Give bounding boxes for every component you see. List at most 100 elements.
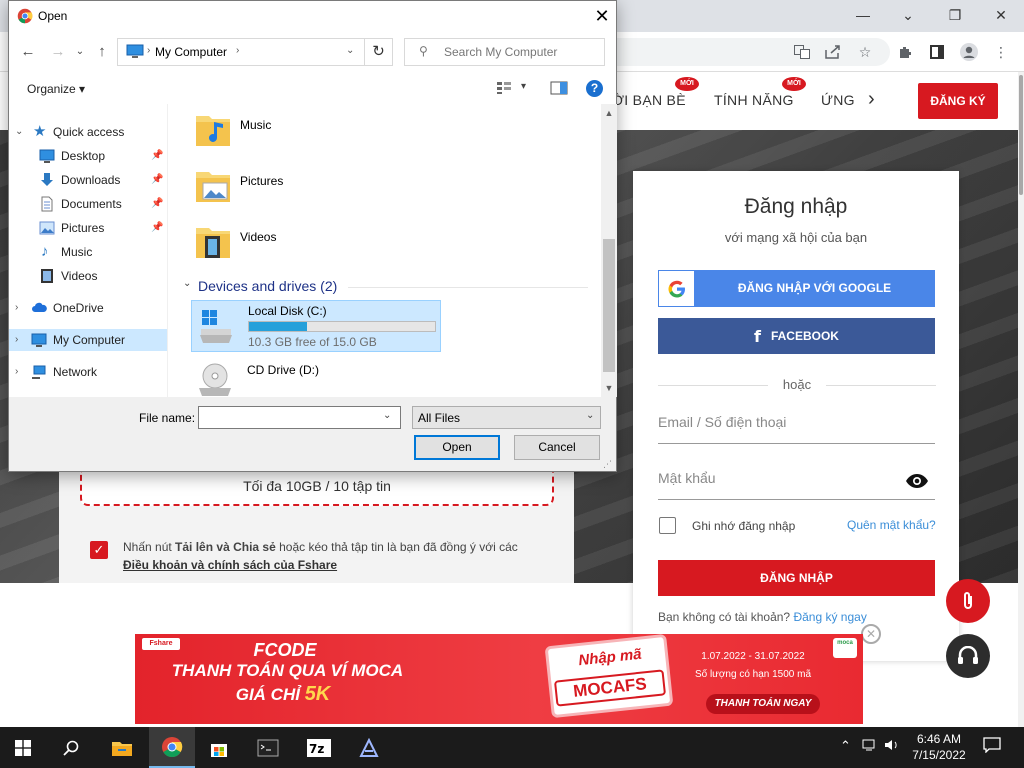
- nav-item-network[interactable]: › Network: [9, 361, 167, 383]
- star-icon[interactable]: ☆: [854, 41, 876, 63]
- extensions-icon[interactable]: [894, 41, 916, 63]
- nav-item-my-computer[interactable]: › My Computer: [9, 329, 167, 351]
- address-bar[interactable]: [600, 38, 890, 66]
- remember-checkbox[interactable]: [659, 517, 676, 534]
- forgot-password-link[interactable]: Quên mật khẩu?: [847, 518, 936, 532]
- nav-item-music[interactable]: ♪ Music: [9, 241, 167, 263]
- google-login-button[interactable]: ĐĂNG NHẬP VỚI GOOGLE: [658, 270, 935, 307]
- store-icon[interactable]: [196, 727, 242, 768]
- translate-icon[interactable]: [791, 41, 813, 63]
- expand-icon[interactable]: ›: [15, 361, 18, 383]
- or-text: hoặc: [782, 377, 812, 392]
- help-icon[interactable]: ?: [586, 80, 603, 97]
- tray-chevron-icon[interactable]: ⌃: [840, 738, 851, 754]
- chevron-right-icon[interactable]: ›: [868, 88, 875, 111]
- menu-icon[interactable]: ⋮: [990, 41, 1012, 63]
- cd-drive-icon: [199, 363, 231, 396]
- open-button[interactable]: Open: [414, 435, 500, 460]
- devices-group-header[interactable]: Devices and drives (2): [198, 278, 337, 294]
- recent-locations-icon[interactable]: ⌄: [69, 41, 91, 63]
- network-tray-icon[interactable]: [862, 738, 878, 755]
- promo-quantity: Số lượng có hạn 1500 mã: [694, 669, 812, 680]
- password-field[interactable]: Mật khẩu: [658, 470, 935, 500]
- notification-icon[interactable]: [983, 737, 1001, 756]
- address-dropdown-icon[interactable]: ⌄: [346, 45, 354, 56]
- music-icon: ♪: [41, 243, 49, 260]
- terms-link[interactable]: Điều khoản và chính sách của Fshare: [123, 558, 337, 572]
- nav-item-desktop[interactable]: Desktop 📌: [9, 145, 167, 167]
- dialog-close-button[interactable]: ✕: [591, 5, 613, 27]
- expand-icon[interactable]: ›: [15, 297, 18, 319]
- nav-item-onedrive[interactable]: › OneDrive: [9, 297, 167, 319]
- facebook-login-button[interactable]: f FACEBOOK: [658, 318, 935, 354]
- collapse-icon[interactable]: ⌄: [15, 121, 23, 143]
- file-type-select[interactable]: All Files ⌄: [412, 406, 601, 429]
- drive-local-disk-c[interactable]: Local Disk (C:) 10.3 GB free of 15.0 GB: [191, 300, 441, 352]
- support-fab[interactable]: [946, 634, 990, 678]
- pin-icon[interactable]: 📌: [151, 169, 163, 191]
- up-button[interactable]: ↑: [91, 41, 113, 63]
- volume-icon[interactable]: [884, 738, 900, 755]
- nav-item-documents[interactable]: Documents 📌: [9, 193, 167, 215]
- share-icon[interactable]: [822, 41, 844, 63]
- banner-close-icon[interactable]: ✕: [861, 624, 881, 644]
- nav-item-videos[interactable]: Videos: [9, 265, 167, 287]
- minimize-button[interactable]: —: [843, 4, 883, 26]
- chrome-icon[interactable]: [149, 727, 195, 768]
- organize-button[interactable]: Organize ▾: [27, 82, 85, 96]
- pane-divider[interactable]: [167, 104, 168, 397]
- file-explorer-icon[interactable]: [99, 727, 145, 768]
- page-scrollbar-thumb[interactable]: [1019, 75, 1023, 195]
- nav-item-apps[interactable]: ỨNG: [821, 92, 855, 108]
- sidebar-icon[interactable]: [926, 41, 948, 63]
- nav-item-downloads[interactable]: Downloads 📌: [9, 169, 167, 191]
- view-options-icon[interactable]: [496, 81, 512, 95]
- app-icon[interactable]: [346, 727, 392, 768]
- windows-icon[interactable]: [0, 727, 46, 768]
- file-name-dropdown-icon[interactable]: ⌄: [383, 410, 391, 421]
- group-collapse-icon[interactable]: ⌄: [183, 278, 191, 289]
- chevron-down-icon[interactable]: ⌄: [888, 4, 928, 26]
- back-button[interactable]: ←: [17, 41, 39, 63]
- pin-icon[interactable]: 📌: [151, 193, 163, 215]
- scroll-up-icon[interactable]: ▲: [601, 105, 617, 121]
- promo-cta-button[interactable]: THANH TOÁN NGAY: [706, 694, 820, 714]
- expand-icon[interactable]: ›: [15, 329, 18, 351]
- refresh-button[interactable]: ↻: [365, 38, 393, 66]
- preview-pane-icon[interactable]: [550, 81, 568, 95]
- folder-videos[interactable]: Videos: [173, 220, 601, 270]
- eye-icon[interactable]: [905, 472, 929, 490]
- forward-button[interactable]: →: [47, 41, 69, 63]
- scroll-down-icon[interactable]: ▼: [601, 380, 617, 396]
- terminal-icon[interactable]: [245, 727, 291, 768]
- maximize-button[interactable]: ❐: [935, 4, 975, 26]
- login-submit-button[interactable]: ĐĂNG NHẬP: [658, 560, 935, 596]
- pin-icon[interactable]: 📌: [151, 145, 163, 167]
- nav-item-quick-access[interactable]: ⌄ ★ Quick access: [9, 121, 167, 143]
- nav-item-invite[interactable]: ỜI BẠN BÈ: [612, 92, 686, 108]
- 7zip-icon[interactable]: 7z: [296, 727, 342, 768]
- resize-grip-icon[interactable]: ⋰: [603, 459, 612, 470]
- folder-pictures[interactable]: Pictures: [173, 164, 601, 214]
- email-field[interactable]: Email / Số điện thoại: [658, 414, 935, 444]
- register-button[interactable]: ĐĂNG KÝ: [918, 83, 998, 119]
- signup-link[interactable]: Đăng ký ngay: [793, 610, 866, 624]
- profile-icon[interactable]: [958, 41, 980, 63]
- folder-music[interactable]: Music: [173, 108, 601, 158]
- clock[interactable]: 6:46 AM 7/15/2022: [906, 731, 972, 763]
- nav-item-pictures[interactable]: Pictures 📌: [9, 217, 167, 239]
- close-window-button[interactable]: ✕: [981, 4, 1021, 26]
- cancel-button[interactable]: Cancel: [514, 435, 600, 460]
- file-list-scrollbar-thumb[interactable]: [603, 239, 615, 372]
- pin-icon[interactable]: 📌: [151, 217, 163, 239]
- view-dropdown-icon[interactable]: ▾: [521, 81, 526, 92]
- breadcrumb-chevron-icon[interactable]: ›: [236, 45, 239, 56]
- search-icon[interactable]: [48, 727, 94, 768]
- terms-checkbox[interactable]: ✓: [90, 541, 108, 559]
- breadcrumb-my-computer[interactable]: My Computer: [155, 45, 227, 59]
- file-name-input[interactable]: [198, 406, 401, 429]
- address-box[interactable]: › My Computer › ⌄: [117, 38, 365, 66]
- search-input[interactable]: ⚲ Search My Computer: [404, 38, 605, 66]
- attach-fab[interactable]: [946, 579, 990, 623]
- nav-item-features[interactable]: TÍNH NĂNG: [714, 92, 794, 108]
